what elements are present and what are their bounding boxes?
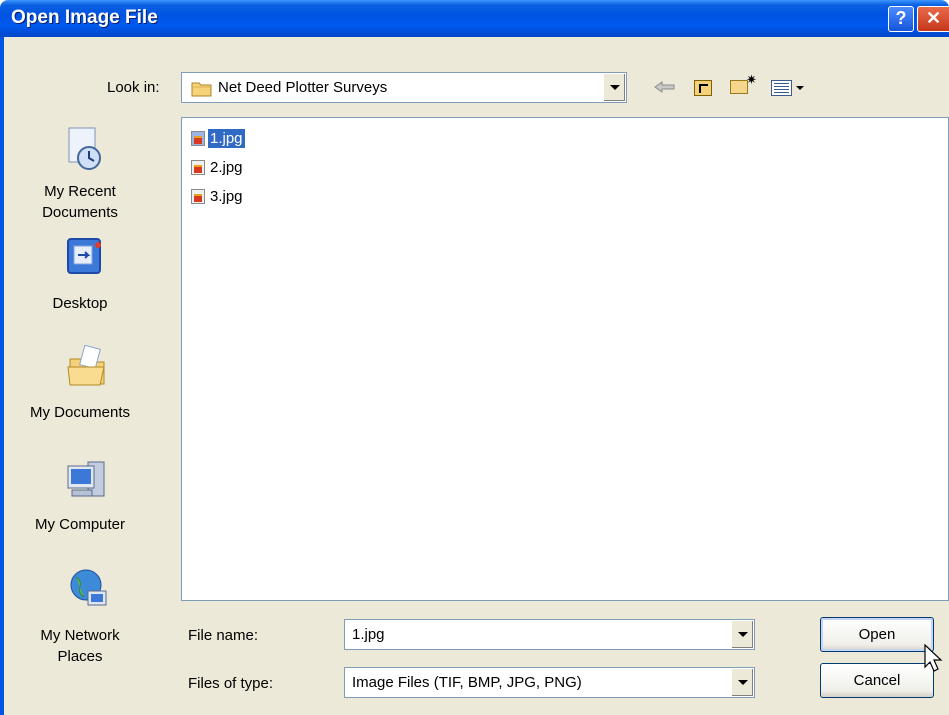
- place-label: Documents: [42, 204, 118, 221]
- place-desktop[interactable]: Desktop: [0, 237, 160, 317]
- file-name: 3.jpg: [210, 188, 243, 205]
- image-file-icon: [191, 160, 205, 175]
- place-label: My Documents: [29, 404, 131, 421]
- file-name-value: 1.jpg: [352, 626, 385, 643]
- file-list[interactable]: 1.jpg 2.jpg 3.jpg: [181, 117, 949, 601]
- views-chevron-down-icon[interactable]: [796, 86, 804, 90]
- folder-icon: [191, 82, 212, 97]
- place-my-computer[interactable]: My Computer: [0, 458, 160, 538]
- place-label: My Recent: [44, 183, 116, 200]
- files-of-type-dropdown[interactable]: Image Files (TIF, BMP, JPG, PNG): [344, 667, 755, 698]
- look-in-dropdown[interactable]: Net Deed Plotter Surveys: [181, 72, 627, 103]
- up-one-level-icon[interactable]: [694, 80, 712, 96]
- place-label: My Network: [40, 627, 120, 644]
- file-name-label: File name:: [188, 627, 259, 644]
- window-title: Open Image File: [11, 7, 158, 28]
- open-button[interactable]: Open: [820, 617, 934, 652]
- file-name: 2.jpg: [210, 159, 243, 176]
- help-button[interactable]: ?: [888, 6, 914, 32]
- chevron-down-icon[interactable]: [603, 74, 625, 101]
- file-name: 1.jpg: [208, 129, 245, 148]
- desktop-icon: [67, 238, 101, 274]
- place-my-network-places[interactable]: My Network Places: [0, 567, 160, 677]
- chevron-down-icon[interactable]: [731, 621, 753, 648]
- new-folder-sparkle-icon: ✷: [746, 72, 757, 87]
- place-label: Desktop: [52, 295, 108, 312]
- views-icon[interactable]: [771, 80, 792, 96]
- image-file-icon: [191, 189, 205, 204]
- files-of-type-value: Image Files (TIF, BMP, JPG, PNG): [352, 674, 582, 691]
- recent-documents-icon: [68, 127, 101, 170]
- my-computer-icon: [67, 461, 105, 497]
- place-my-recent-documents[interactable]: My Recent Documents: [0, 126, 160, 236]
- files-of-type-label: Files of type:: [188, 675, 274, 692]
- my-documents-icon: [67, 345, 105, 386]
- place-my-documents[interactable]: My Documents: [0, 345, 160, 425]
- place-label: My Computer: [34, 516, 126, 533]
- close-button[interactable]: ✕: [917, 6, 949, 32]
- image-file-icon: [191, 131, 205, 146]
- cancel-button[interactable]: Cancel: [820, 663, 934, 698]
- network-places-icon: [70, 569, 107, 606]
- look-in-value: Net Deed Plotter Surveys: [218, 79, 388, 96]
- chevron-down-icon[interactable]: [731, 669, 753, 696]
- look-in-label: Look in:: [107, 79, 160, 96]
- file-name-field[interactable]: 1.jpg: [344, 619, 755, 650]
- place-label: Places: [57, 648, 103, 665]
- back-icon[interactable]: [651, 76, 679, 98]
- mouse-cursor-icon: [924, 644, 943, 672]
